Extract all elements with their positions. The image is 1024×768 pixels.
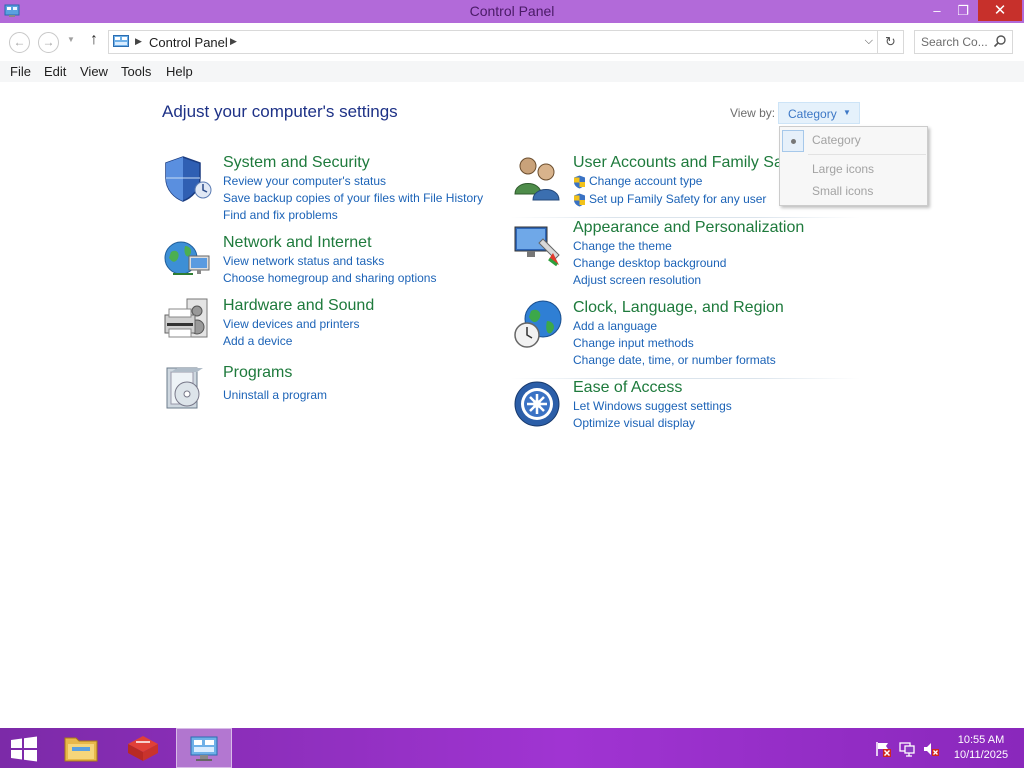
link-windows-suggest-settings[interactable]: Let Windows suggest settings (573, 399, 732, 413)
action-center-flag-icon[interactable] (875, 741, 891, 757)
link-change-account-type[interactable]: Change account type (589, 174, 702, 188)
menu-edit[interactable]: Edit (44, 64, 66, 79)
back-button[interactable]: ← (9, 32, 30, 53)
link-optimize-visual-display[interactable]: Optimize visual display (573, 416, 695, 430)
back-arrow-icon: ← (13, 35, 26, 49)
monitor-paint-icon[interactable] (513, 219, 563, 269)
category-title[interactable]: Hardware and Sound (223, 297, 374, 315)
control-panel-icon (113, 35, 129, 47)
link-network-status[interactable]: View network status and tasks (223, 254, 384, 268)
category-title[interactable]: Appearance and Personalization (573, 219, 804, 237)
menu-help[interactable]: Help (166, 64, 193, 79)
link-uninstall-program[interactable]: Uninstall a program (223, 388, 327, 402)
taskbar-file-explorer[interactable] (54, 728, 110, 768)
network-globe-icon[interactable] (163, 234, 213, 284)
up-arrow-icon: ↑ (90, 31, 98, 48)
view-by-selected: Category (788, 107, 837, 121)
network-icon[interactable] (899, 741, 915, 757)
uac-shield-icon (574, 175, 585, 189)
category-title[interactable]: System and Security (223, 154, 370, 172)
breadcrumb-control-panel[interactable]: Control Panel (149, 35, 228, 50)
link-add-device[interactable]: Add a device (223, 334, 292, 348)
menu-tools[interactable]: Tools (121, 64, 151, 79)
taskbar-control-panel[interactable] (176, 728, 232, 768)
window-title: Control Panel (469, 3, 555, 19)
recent-locations-chevron-icon[interactable]: ▼ (67, 35, 75, 44)
link-review-status[interactable]: Review your computer's status (223, 174, 386, 188)
uac-shield-icon (574, 193, 585, 207)
clock-globe-icon[interactable] (513, 299, 563, 349)
up-button[interactable]: ↑ (86, 31, 102, 49)
clock-date: 10/11/2025 (953, 749, 1009, 761)
link-desktop-background[interactable]: Change desktop background (573, 256, 726, 270)
view-option-large-icons[interactable]: Large icons (812, 162, 874, 176)
link-file-history[interactable]: Save backup copies of your files with Fi… (223, 191, 483, 205)
close-button[interactable]: ✕ (978, 0, 1022, 21)
volume-muted-icon[interactable] (923, 741, 939, 757)
file-explorer-icon (64, 737, 98, 762)
programs-disc-icon[interactable] (163, 364, 213, 414)
address-bar[interactable]: ▶ Control Panel ▶ ⌵ (108, 30, 878, 54)
link-change-theme[interactable]: Change the theme (573, 239, 672, 253)
search-box[interactable] (914, 30, 1013, 54)
control-panel-icon (190, 736, 218, 761)
menu-file[interactable]: File (10, 64, 31, 79)
link-homegroup-sharing[interactable]: Choose homegroup and sharing options (223, 271, 436, 285)
app-cube-icon (128, 736, 158, 761)
category-title[interactable]: Ease of Access (573, 379, 682, 397)
category-title[interactable]: Clock, Language, and Region (573, 299, 784, 317)
page-title: Adjust your computer's settings (162, 102, 398, 121)
shield-icon[interactable] (163, 154, 213, 204)
users-icon[interactable] (513, 154, 563, 204)
category-title[interactable]: User Accounts and Family Safety (573, 154, 809, 172)
view-by-label: View by: (730, 106, 776, 120)
minimize-button[interactable]: – (924, 0, 950, 21)
link-devices-printers[interactable]: View devices and printers (223, 317, 360, 331)
refresh-icon: ↻ (885, 34, 896, 49)
clock-time: 10:55 AM (957, 734, 1005, 746)
address-toolbar: ← → ▼ ↑ ▶ Control Panel ▶ ⌵ ↻ (0, 23, 1024, 61)
view-option-small-icons[interactable]: Small icons (812, 184, 873, 198)
forward-button[interactable]: → (38, 32, 59, 53)
title-bar: Control Panel – ❐ ✕ (0, 0, 1024, 23)
menu-view[interactable]: View (80, 64, 108, 79)
address-history-chevron-icon[interactable]: ⌵ (865, 35, 873, 48)
view-by-dropdown[interactable]: Category ▼ (778, 102, 860, 124)
taskbar: 10:55 AM 10/11/2025 (0, 728, 1024, 768)
refresh-button[interactable]: ↻ (878, 30, 904, 54)
breadcrumb-separator-icon[interactable]: ▶ (230, 36, 237, 47)
category-title[interactable]: Programs (223, 364, 292, 382)
ease-of-access-icon[interactable] (513, 379, 563, 429)
forward-arrow-icon: → (42, 35, 55, 49)
category-divider (510, 217, 860, 218)
selected-radio-icon (782, 130, 804, 152)
menu-separator (808, 154, 926, 155)
link-screen-resolution[interactable]: Adjust screen resolution (573, 273, 701, 287)
link-family-safety[interactable]: Set up Family Safety for any user (589, 192, 766, 206)
view-option-category[interactable]: Category (812, 133, 861, 147)
link-add-language[interactable]: Add a language (573, 319, 657, 333)
menu-bar: File Edit View Tools Help (0, 61, 1024, 82)
link-date-time-formats[interactable]: Change date, time, or number formats (573, 353, 776, 367)
system-clock[interactable]: 10:55 AM 10/11/2025 (946, 733, 1016, 763)
view-by-menu: Category Large icons Small icons (779, 126, 928, 206)
search-input[interactable] (921, 34, 993, 50)
taskbar-app-cube[interactable] (114, 728, 170, 768)
printer-speaker-icon[interactable] (163, 297, 213, 347)
search-icon[interactable] (993, 34, 1007, 48)
start-icon[interactable] (10, 736, 38, 762)
maximize-button[interactable]: ❐ (950, 0, 976, 21)
link-input-methods[interactable]: Change input methods (573, 336, 694, 350)
breadcrumb-separator-icon[interactable]: ▶ (135, 36, 142, 47)
chevron-down-icon: ▼ (843, 108, 851, 117)
category-title[interactable]: Network and Internet (223, 234, 372, 252)
link-find-fix-problems[interactable]: Find and fix problems (223, 208, 338, 222)
